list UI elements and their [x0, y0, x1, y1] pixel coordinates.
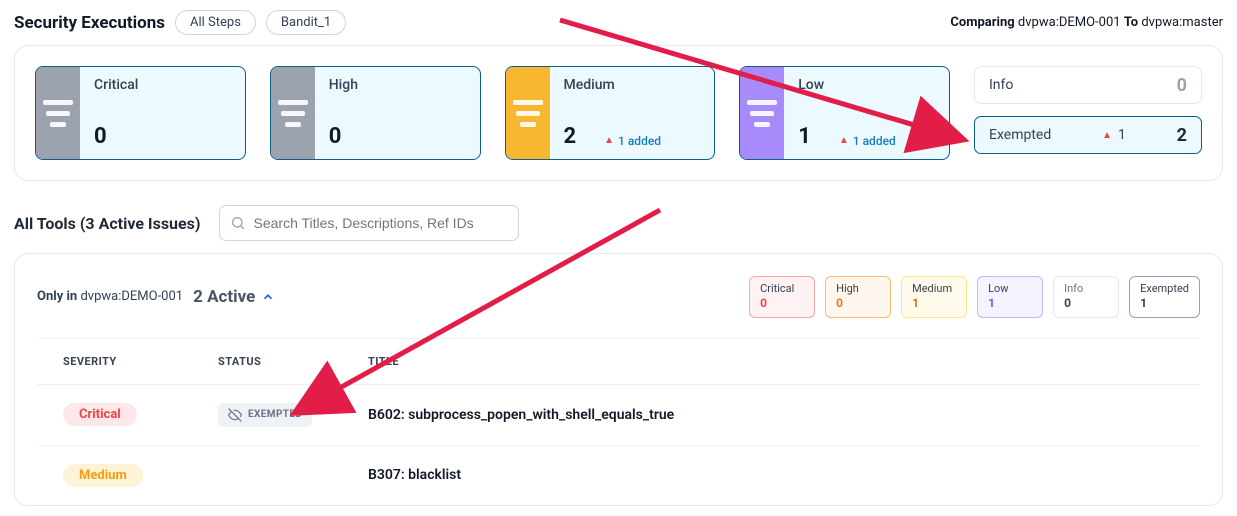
- search-icon: [230, 215, 246, 231]
- summary-card: Critical 0 High 0 Medium 2 ▲1 added: [14, 45, 1223, 181]
- status-exempted: EXEMPTED: [218, 403, 312, 427]
- chevron-up-icon: [261, 290, 275, 304]
- mini-exempted[interactable]: Exempted1: [1129, 276, 1200, 318]
- chip-all-steps[interactable]: All Steps: [175, 10, 256, 35]
- tile-count: 1: [798, 124, 811, 149]
- tile-high[interactable]: High 0: [270, 66, 481, 160]
- severity-stripe-icon: [506, 67, 550, 159]
- tile-count: 2: [564, 124, 577, 149]
- cell-status: EXEMPTED: [218, 403, 368, 427]
- compare-right: dvpwa:master: [1141, 15, 1223, 30]
- mini-critical[interactable]: Critical0: [749, 276, 815, 318]
- tools-heading: All Tools (3 Active Issues): [14, 214, 201, 233]
- severity-badge: Medium: [63, 464, 143, 487]
- tile-count: 0: [1177, 75, 1187, 96]
- only-in-label: Only in dvpwa:DEMO-001: [37, 289, 183, 304]
- eye-off-icon: [228, 408, 242, 422]
- mini-high[interactable]: High0: [825, 276, 891, 318]
- col-title: TITLE: [368, 355, 1174, 368]
- col-severity: SEVERITY: [63, 355, 218, 368]
- up-triangle-icon: ▲: [839, 135, 849, 146]
- tile-delta: ▲1: [1102, 127, 1126, 143]
- issues-header: Only in dvpwa:DEMO-001 2 Active Critical…: [37, 276, 1200, 338]
- tile-count: 0: [94, 124, 107, 149]
- search-input[interactable]: [254, 215, 508, 231]
- tile-count: 2: [1177, 125, 1187, 146]
- page-title: Security Executions: [14, 13, 165, 33]
- tile-medium[interactable]: Medium 2 ▲1 added: [505, 66, 716, 160]
- summary-right: Info 0 Exempted ▲1 2: [974, 66, 1202, 160]
- tile-label: High: [329, 77, 466, 93]
- compare-left: dvpwa:DEMO-001: [1018, 15, 1121, 30]
- cell-severity: Critical: [63, 403, 218, 426]
- active-count-label: 2 Active: [193, 287, 255, 307]
- header: Security Executions All Steps Bandit_1 C…: [10, 10, 1227, 45]
- compare-text: Comparing dvpwa:DEMO-001 To dvpwa:master: [950, 15, 1223, 30]
- tile-label: Medium: [564, 77, 701, 93]
- compare-prefix: Comparing: [950, 15, 1014, 30]
- tile-info[interactable]: Info 0: [974, 66, 1202, 104]
- severity-stripe-icon: [271, 67, 315, 159]
- tile-exempted[interactable]: Exempted ▲1 2: [974, 116, 1202, 154]
- table-row[interactable]: Medium B307: blacklist: [37, 445, 1200, 505]
- tile-delta: ▲1 added: [839, 134, 896, 148]
- compare-mid: To: [1124, 15, 1138, 30]
- severity-stripe-icon: [740, 67, 784, 159]
- issues-header-left: Only in dvpwa:DEMO-001 2 Active: [37, 287, 275, 307]
- tools-row: All Tools (3 Active Issues): [10, 181, 1227, 253]
- severity-badge: Critical: [63, 403, 137, 426]
- tile-critical[interactable]: Critical 0: [35, 66, 246, 160]
- tile-label: Exempted: [989, 127, 1051, 143]
- mini-medium[interactable]: Medium1: [901, 276, 967, 318]
- header-left: Security Executions All Steps Bandit_1: [14, 10, 346, 35]
- table-header: SEVERITY STATUS TITLE: [37, 338, 1200, 384]
- table-row[interactable]: Critical EXEMPTED B602: subprocess_popen…: [37, 384, 1200, 445]
- tile-count: 0: [329, 124, 342, 149]
- tile-delta: ▲1 added: [604, 134, 661, 148]
- up-triangle-icon: ▲: [1102, 130, 1112, 141]
- cell-title: B307: blacklist: [368, 467, 1174, 483]
- up-triangle-icon: ▲: [604, 135, 614, 146]
- mini-summary: Critical0 High0 Medium1 Low1 Info0 Exemp…: [749, 276, 1200, 318]
- tile-label: Low: [798, 77, 935, 93]
- cell-title: B602: subprocess_popen_with_shell_equals…: [368, 407, 1174, 423]
- tile-label: Info: [989, 77, 1013, 93]
- chip-bandit[interactable]: Bandit_1: [266, 10, 346, 35]
- tile-low[interactable]: Low 1 ▲1 added: [739, 66, 950, 160]
- active-toggle[interactable]: 2 Active: [193, 287, 275, 307]
- mini-low[interactable]: Low1: [977, 276, 1043, 318]
- cell-severity: Medium: [63, 464, 218, 487]
- search-input-wrap[interactable]: [219, 205, 519, 241]
- col-status: STATUS: [218, 355, 368, 368]
- severity-stripe-icon: [36, 67, 80, 159]
- tile-label: Critical: [94, 77, 231, 93]
- issues-panel: Only in dvpwa:DEMO-001 2 Active Critical…: [14, 253, 1223, 506]
- mini-info[interactable]: Info0: [1053, 276, 1119, 318]
